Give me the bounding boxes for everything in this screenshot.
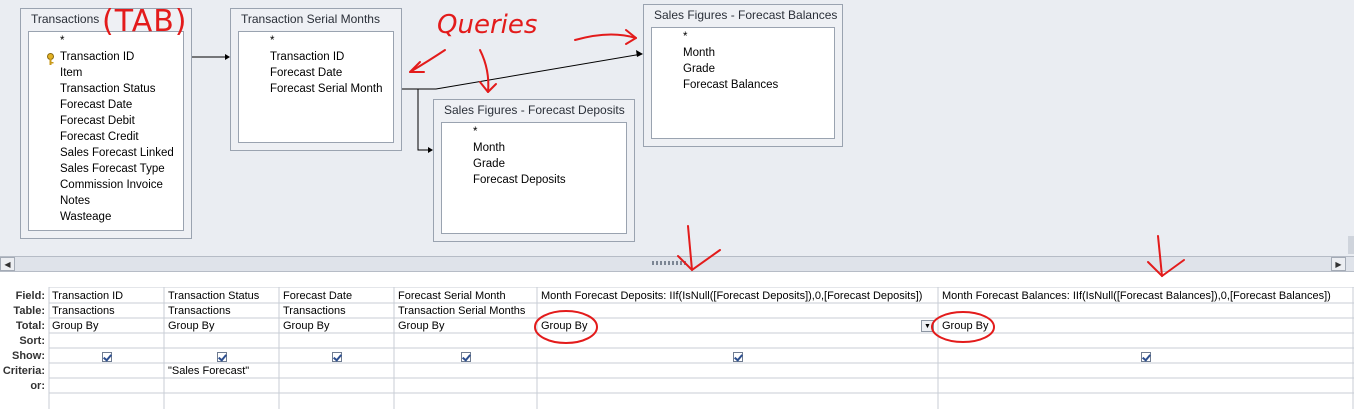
join-arrow xyxy=(225,54,230,60)
vertical-scrollbar[interactable] xyxy=(1348,236,1354,254)
query-grid[interactable]: Field: Table: Total: Sort: Show: Criteri… xyxy=(0,287,1354,409)
grid-field-cell[interactable]: Month Forecast Balances: IIf(IsNull([For… xyxy=(942,290,1352,302)
annotation-tab: (TAB) xyxy=(102,4,188,39)
grid-total-cell[interactable]: Group By xyxy=(541,320,911,332)
show-checkbox[interactable] xyxy=(332,352,342,362)
arrow-left-icon[interactable]: ◀ xyxy=(0,257,15,271)
show-checkbox[interactable] xyxy=(1141,352,1151,362)
chevron-down-icon[interactable]: ▼ xyxy=(921,320,934,332)
query-design-surface[interactable]: Transactions * Transaction ID Item Trans… xyxy=(0,0,1354,256)
join-lines xyxy=(192,50,643,153)
join-line xyxy=(402,88,432,151)
row-label-table: Table: xyxy=(13,305,45,317)
grid-field-cell[interactable]: Forecast Date xyxy=(283,290,393,302)
grid-total-cell[interactable]: Group By xyxy=(398,320,536,332)
row-label-or: or: xyxy=(30,380,45,392)
grid-total-cell[interactable]: Group By xyxy=(942,320,1352,332)
arrow-right-icon[interactable]: ▶ xyxy=(1331,257,1346,271)
grid-criteria-cell[interactable]: "Sales Forecast" xyxy=(168,365,278,377)
grid-table-cell[interactable]: Transactions xyxy=(168,305,278,317)
join-arrow xyxy=(636,50,643,57)
grid-field-cell[interactable]: Transaction Status xyxy=(168,290,278,302)
grid-total-cell[interactable]: Group By xyxy=(283,320,393,332)
grid-table-cell[interactable]: Transaction Serial Months xyxy=(398,305,536,317)
show-checkbox[interactable] xyxy=(733,352,743,362)
show-checkbox[interactable] xyxy=(461,352,471,362)
grid-field-cell[interactable]: Forecast Serial Month xyxy=(398,290,536,302)
grid-field-cell[interactable]: Transaction ID xyxy=(52,290,162,302)
grid-table-cell[interactable]: Transactions xyxy=(52,305,162,317)
show-checkbox[interactable] xyxy=(102,352,112,362)
splitter-grip[interactable] xyxy=(652,261,688,265)
annotation-queries: Queries xyxy=(437,10,538,40)
join-line xyxy=(410,53,643,90)
row-label-sort: Sort: xyxy=(19,335,45,347)
show-checkbox[interactable] xyxy=(217,352,227,362)
grid-total-cell[interactable]: Group By xyxy=(52,320,162,332)
pane-splitter[interactable]: ◀ ▶ xyxy=(0,256,1354,272)
grid-field-cell[interactable]: Month Forecast Deposits: IIf(IsNull([For… xyxy=(541,290,937,302)
row-label-total: Total: xyxy=(15,320,45,332)
grid-total-cell[interactable]: Group By xyxy=(168,320,278,332)
row-label-show: Show: xyxy=(12,350,45,362)
join-arrow xyxy=(428,147,433,153)
row-label-criteria: Criteria: xyxy=(2,365,45,377)
row-label-field: Field: xyxy=(15,290,45,302)
grid-table-cell[interactable]: Transactions xyxy=(283,305,393,317)
